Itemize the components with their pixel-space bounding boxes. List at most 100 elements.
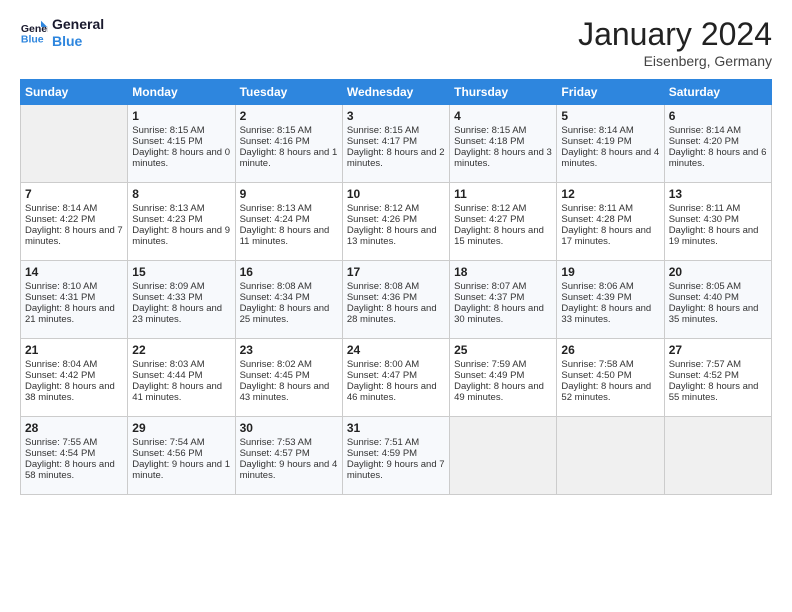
table-cell	[664, 417, 771, 495]
day-number: 28	[25, 421, 123, 435]
daylight: Daylight: 8 hours and 41 minutes.	[132, 381, 230, 403]
daylight: Daylight: 8 hours and 58 minutes.	[25, 459, 123, 481]
sunrise: Sunrise: 7:53 AM	[240, 437, 338, 448]
logo-icon: General Blue	[20, 19, 48, 47]
table-cell: 2Sunrise: 8:15 AMSunset: 4:16 PMDaylight…	[235, 105, 342, 183]
day-number: 5	[561, 109, 659, 123]
sunrise: Sunrise: 7:51 AM	[347, 437, 445, 448]
daylight: Daylight: 8 hours and 43 minutes.	[240, 381, 338, 403]
sunset: Sunset: 4:36 PM	[347, 292, 445, 303]
table-cell: 24Sunrise: 8:00 AMSunset: 4:47 PMDayligh…	[342, 339, 449, 417]
day-number: 11	[454, 187, 552, 201]
sunset: Sunset: 4:50 PM	[561, 370, 659, 381]
sunset: Sunset: 4:42 PM	[25, 370, 123, 381]
day-number: 23	[240, 343, 338, 357]
table-cell: 14Sunrise: 8:10 AMSunset: 4:31 PMDayligh…	[21, 261, 128, 339]
daylight: Daylight: 8 hours and 21 minutes.	[25, 303, 123, 325]
sunrise: Sunrise: 8:03 AM	[132, 359, 230, 370]
daylight: Daylight: 8 hours and 4 minutes.	[561, 147, 659, 169]
day-number: 1	[132, 109, 230, 123]
day-number: 20	[669, 265, 767, 279]
table-cell: 9Sunrise: 8:13 AMSunset: 4:24 PMDaylight…	[235, 183, 342, 261]
day-number: 4	[454, 109, 552, 123]
daylight: Daylight: 8 hours and 2 minutes.	[347, 147, 445, 169]
day-number: 14	[25, 265, 123, 279]
day-number: 15	[132, 265, 230, 279]
table-cell: 27Sunrise: 7:57 AMSunset: 4:52 PMDayligh…	[664, 339, 771, 417]
table-cell: 10Sunrise: 8:12 AMSunset: 4:26 PMDayligh…	[342, 183, 449, 261]
daylight: Daylight: 8 hours and 11 minutes.	[240, 225, 338, 247]
calendar-week-row: 1Sunrise: 8:15 AMSunset: 4:15 PMDaylight…	[21, 105, 772, 183]
sunset: Sunset: 4:57 PM	[240, 448, 338, 459]
daylight: Daylight: 8 hours and 7 minutes.	[25, 225, 123, 247]
sunset: Sunset: 4:33 PM	[132, 292, 230, 303]
header-wednesday: Wednesday	[342, 80, 449, 105]
sunrise: Sunrise: 7:55 AM	[25, 437, 123, 448]
sunset: Sunset: 4:39 PM	[561, 292, 659, 303]
table-cell: 21Sunrise: 8:04 AMSunset: 4:42 PMDayligh…	[21, 339, 128, 417]
daylight: Daylight: 8 hours and 35 minutes.	[669, 303, 767, 325]
sunset: Sunset: 4:49 PM	[454, 370, 552, 381]
header-sunday: Sunday	[21, 80, 128, 105]
sunrise: Sunrise: 8:05 AM	[669, 281, 767, 292]
sunrise: Sunrise: 7:58 AM	[561, 359, 659, 370]
day-number: 8	[132, 187, 230, 201]
daylight: Daylight: 8 hours and 46 minutes.	[347, 381, 445, 403]
table-cell: 20Sunrise: 8:05 AMSunset: 4:40 PMDayligh…	[664, 261, 771, 339]
daylight: Daylight: 8 hours and 55 minutes.	[669, 381, 767, 403]
daylight: Daylight: 8 hours and 9 minutes.	[132, 225, 230, 247]
daylight: Daylight: 8 hours and 33 minutes.	[561, 303, 659, 325]
logo-text-general: General	[52, 16, 104, 33]
table-cell: 11Sunrise: 8:12 AMSunset: 4:27 PMDayligh…	[450, 183, 557, 261]
location: Eisenberg, Germany	[578, 53, 772, 69]
header-tuesday: Tuesday	[235, 80, 342, 105]
daylight: Daylight: 8 hours and 17 minutes.	[561, 225, 659, 247]
sunrise: Sunrise: 8:04 AM	[25, 359, 123, 370]
sunset: Sunset: 4:44 PM	[132, 370, 230, 381]
day-number: 29	[132, 421, 230, 435]
sunset: Sunset: 4:26 PM	[347, 214, 445, 225]
sunset: Sunset: 4:52 PM	[669, 370, 767, 381]
table-cell: 22 Sunrise: 8:03 AMSunset: 4:44 PMDayligh…	[128, 339, 235, 417]
day-number: 6	[669, 109, 767, 123]
sunrise: Sunrise: 8:14 AM	[669, 125, 767, 136]
table-cell: 5Sunrise: 8:14 AMSunset: 4:19 PMDaylight…	[557, 105, 664, 183]
table-cell: 17Sunrise: 8:08 AMSunset: 4:36 PMDayligh…	[342, 261, 449, 339]
logo-text-blue: Blue	[52, 33, 104, 50]
table-cell: 12Sunrise: 8:11 AMSunset: 4:28 PMDayligh…	[557, 183, 664, 261]
sunrise: Sunrise: 8:06 AM	[561, 281, 659, 292]
table-cell: 26Sunrise: 7:58 AMSunset: 4:50 PMDayligh…	[557, 339, 664, 417]
sunrise: Sunrise: 8:09 AM	[132, 281, 230, 292]
title-block: January 2024 Eisenberg, Germany	[578, 16, 772, 69]
sunset: Sunset: 4:17 PM	[347, 136, 445, 147]
header-thursday: Thursday	[450, 80, 557, 105]
calendar-table: Sunday Monday Tuesday Wednesday Thursday…	[20, 79, 772, 495]
daylight: Daylight: 9 hours and 7 minutes.	[347, 459, 445, 481]
table-cell	[557, 417, 664, 495]
sunset: Sunset: 4:16 PM	[240, 136, 338, 147]
table-cell: 8Sunrise: 8:13 AMSunset: 4:23 PMDaylight…	[128, 183, 235, 261]
day-number: 7	[25, 187, 123, 201]
daylight: Daylight: 8 hours and 6 minutes.	[669, 147, 767, 169]
sunset: Sunset: 4:59 PM	[347, 448, 445, 459]
table-cell: 19Sunrise: 8:06 AMSunset: 4:39 PMDayligh…	[557, 261, 664, 339]
sunset: Sunset: 4:15 PM	[132, 136, 230, 147]
sunset: Sunset: 4:37 PM	[454, 292, 552, 303]
sunrise: Sunrise: 8:15 AM	[240, 125, 338, 136]
table-cell: 23Sunrise: 8:02 AMSunset: 4:45 PMDayligh…	[235, 339, 342, 417]
day-number: 22	[132, 343, 230, 357]
day-number: 10	[347, 187, 445, 201]
header-saturday: Saturday	[664, 80, 771, 105]
sunrise: Sunrise: 8:15 AM	[132, 125, 230, 136]
month-title: January 2024	[578, 16, 772, 53]
daylight: Daylight: 8 hours and 25 minutes.	[240, 303, 338, 325]
sunset: Sunset: 4:22 PM	[25, 214, 123, 225]
daylight: Daylight: 8 hours and 3 minutes.	[454, 147, 552, 169]
day-number: 30	[240, 421, 338, 435]
table-cell: 25Sunrise: 7:59 AMSunset: 4:49 PMDayligh…	[450, 339, 557, 417]
sunrise: Sunrise: 7:59 AM	[454, 359, 552, 370]
day-number: 24	[347, 343, 445, 357]
page: General Blue General Blue January 2024 E…	[0, 0, 792, 612]
sunrise: Sunrise: 8:14 AM	[561, 125, 659, 136]
header-monday: Monday	[128, 80, 235, 105]
